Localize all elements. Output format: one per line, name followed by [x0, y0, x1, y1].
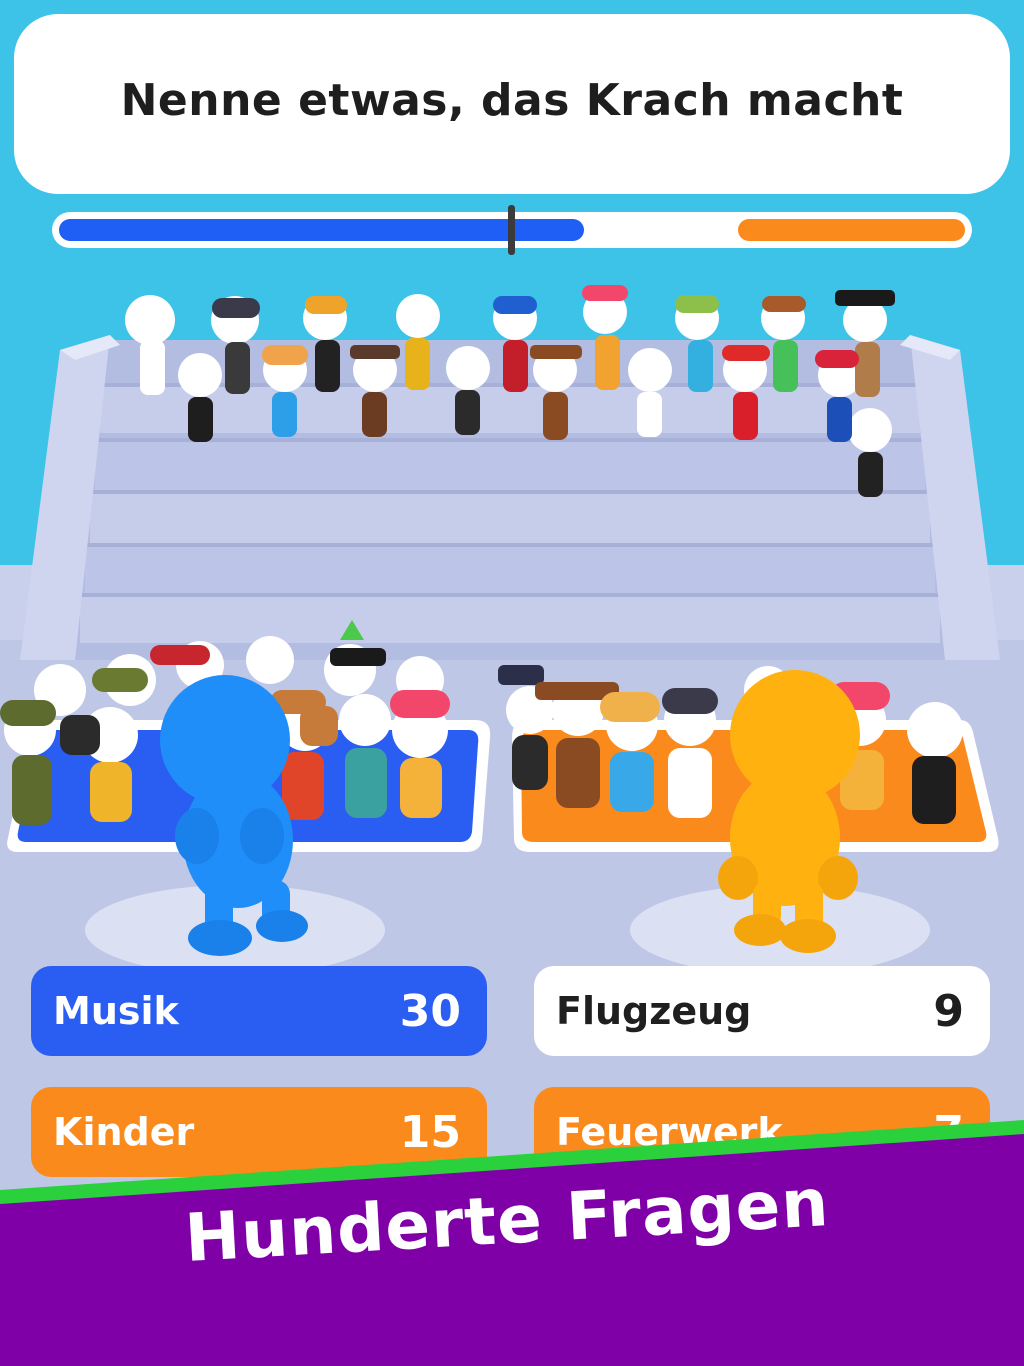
- answer-card-kinder[interactable]: Kinder 15: [31, 1087, 487, 1177]
- answer-label: Musik: [53, 989, 179, 1033]
- answer-points: 30: [399, 985, 461, 1037]
- question-text: Nenne etwas, das Krach macht: [120, 74, 904, 126]
- answer-points: 7: [933, 1106, 964, 1158]
- answer-card-musik[interactable]: Musik 30: [31, 966, 487, 1056]
- orange-score-fill: [738, 219, 965, 241]
- answer-label: Feuerwerk: [556, 1110, 783, 1154]
- question-card: Nenne etwas, das Krach macht: [14, 14, 1010, 194]
- answer-points: 9: [933, 985, 964, 1037]
- answer-label: Flugzeug: [556, 989, 752, 1033]
- answer-points: 15: [399, 1106, 461, 1158]
- blue-score-fill: [59, 219, 584, 241]
- answer-card-feuerwerk[interactable]: Feuerwerk 7: [534, 1087, 990, 1177]
- answer-label: Kinder: [53, 1110, 195, 1154]
- answer-card-flugzeug[interactable]: Flugzeug 9: [534, 966, 990, 1056]
- score-center-marker: [508, 205, 515, 255]
